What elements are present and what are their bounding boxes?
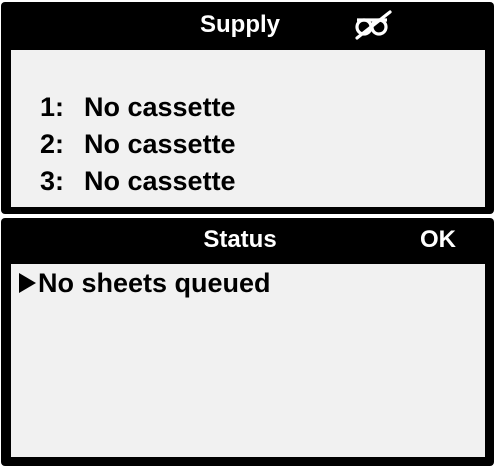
slot-state: No cassette [84,129,236,159]
status-message-area: No sheets queued [11,264,485,457]
slot-number: 2: [40,129,65,159]
supply-slot-1: 1: No cassette [40,92,236,123]
status-header: Status OK [1,218,494,262]
supply-header: Supply [1,2,494,48]
supply-slot-2: 2: No cassette [40,129,236,160]
slot-number: 1: [40,92,65,122]
queue-status-message: No sheets queued [38,268,271,298]
slot-state: No cassette [84,92,236,122]
status-panel: Status OK No sheets queued [1,218,494,466]
slot-number: 3: [40,166,65,196]
no-cassette-icon [355,10,392,40]
status-title: Status [203,226,277,253]
supply-slot-list: 1: No cassette 2: No cassette 3: No cassett… [11,50,485,207]
supply-title: Supply [199,11,281,38]
status-state-badge: OK [420,226,456,253]
slot-state: No cassette [84,166,236,196]
supply-slot-3: 3: No cassette [40,166,236,197]
supply-panel: Supply 1: No cassette 2: No cassette 3: No … [1,2,494,214]
triangle-pointer-icon [19,273,36,293]
queue-status-line: No sheets queued [19,268,271,299]
